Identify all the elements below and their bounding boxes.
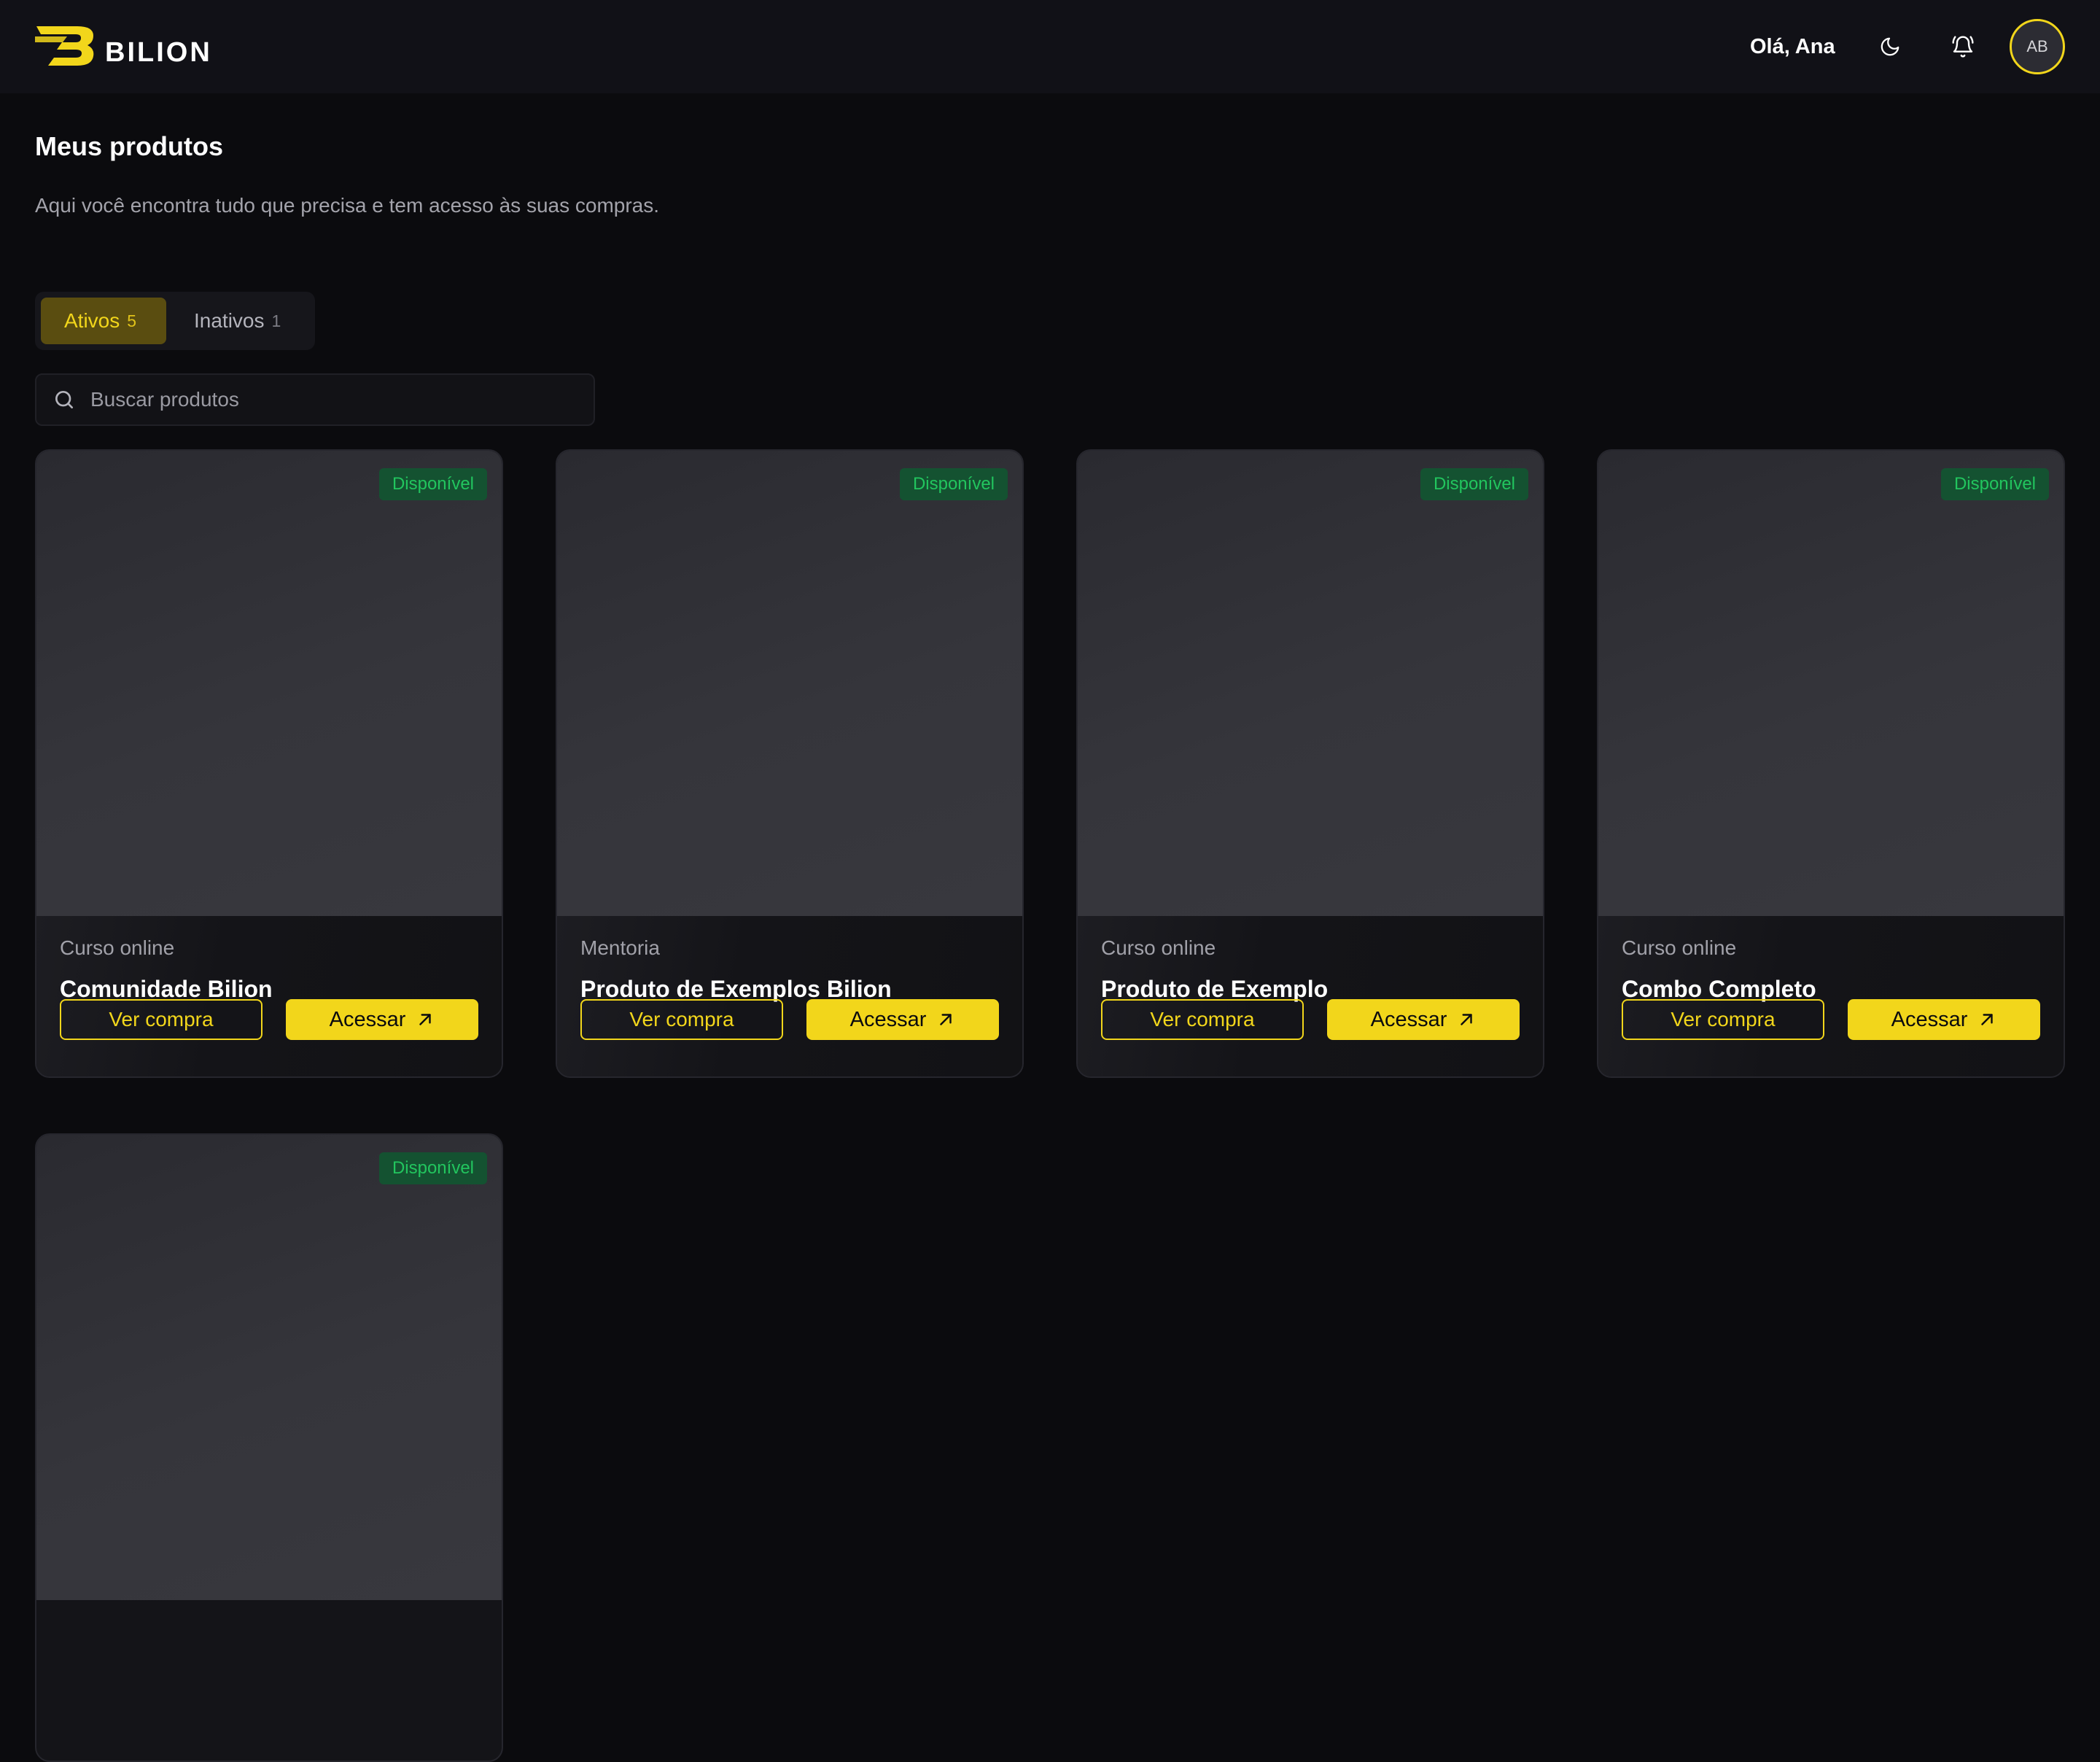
product-info: Curso online Combo Completo [1598, 916, 2064, 1076]
arrow-up-right-icon [1981, 1014, 1994, 1025]
product-type: Curso online [60, 936, 175, 959]
product-type: Curso online [1622, 936, 1737, 959]
search-box [35, 373, 595, 426]
product-info: Mentoria Produto de Exemplos Bilion [557, 916, 1022, 1076]
button-label: Acessar [329, 1007, 406, 1031]
search-input[interactable] [90, 379, 572, 420]
theme-toggle-button[interactable] [1872, 29, 1908, 64]
notifications-button[interactable] [1945, 29, 1980, 64]
status-badge: Disponível [378, 468, 487, 500]
top-bar: BILION Olá, Ana AB [0, 0, 2100, 93]
product-info: Curso online Comunidade Bilion [36, 916, 502, 1076]
brand-logo[interactable]: BILION [35, 26, 212, 68]
product-info: Curso online Produto de Exemplo [1078, 916, 1543, 1076]
product-card[interactable]: Disponível Mentoria Produto de Exemplos … [556, 449, 1024, 1078]
view-purchase-button[interactable]: Ver compra [1101, 999, 1304, 1040]
status-badge: Disponível [899, 468, 1008, 500]
button-label: Ver compra [1150, 1008, 1255, 1031]
product-status-tabs: Ativos 5 Inativos 1 [35, 292, 315, 350]
bilion-logo-icon [35, 26, 94, 66]
view-purchase-button[interactable]: Ver compra [580, 999, 783, 1040]
button-label: Acessar [1370, 1007, 1447, 1031]
product-card[interactable]: Disponível Curso online Combo Completo V… [1597, 449, 2065, 1078]
product-thumbnail [1078, 451, 1543, 916]
button-label: Ver compra [629, 1008, 734, 1031]
access-button[interactable]: Acessar [1327, 999, 1520, 1040]
product-card[interactable]: Disponível [35, 1133, 503, 1762]
tab-count: 5 [127, 311, 137, 330]
product-thumbnail [36, 1135, 502, 1600]
arrow-up-right-icon [1461, 1014, 1473, 1025]
button-label: Ver compra [1671, 1008, 1776, 1031]
user-avatar[interactable]: AB [2010, 19, 2065, 74]
status-badge: Disponível [1940, 468, 2049, 500]
tab-count: 1 [271, 311, 281, 330]
tab-label: Inativos [194, 309, 265, 332]
brand-name: BILION [105, 37, 212, 68]
product-type: Mentoria [580, 936, 660, 959]
page-subtitle: Aqui você encontra tudo que precisa e te… [35, 194, 660, 217]
page-title: Meus produtos [35, 131, 223, 161]
tab-inativos[interactable]: Inativos 1 [171, 298, 304, 344]
product-thumbnail [1598, 451, 2064, 916]
access-button[interactable]: Acessar [806, 999, 999, 1040]
bell-icon [1952, 36, 1974, 58]
status-badge: Disponível [378, 1152, 487, 1184]
button-label: Ver compra [109, 1008, 214, 1031]
product-card[interactable]: Disponível Curso online Produto de Exemp… [1076, 449, 1544, 1078]
product-thumbnail [557, 451, 1022, 916]
status-badge: Disponível [1420, 468, 1528, 500]
product-thumbnail [36, 451, 502, 916]
access-button[interactable]: Acessar [286, 999, 478, 1040]
arrow-up-right-icon [940, 1014, 952, 1025]
button-label: Acessar [849, 1007, 927, 1031]
arrow-up-right-icon [419, 1014, 432, 1025]
product-card[interactable]: Disponível Curso online Comunidade Bilio… [35, 449, 503, 1078]
search-icon [55, 391, 73, 408]
moon-icon [1881, 37, 1899, 56]
view-purchase-button[interactable]: Ver compra [1622, 999, 1824, 1040]
user-greeting: Olá, Ana [1750, 35, 1835, 58]
tab-label: Ativos [64, 309, 120, 332]
button-label: Acessar [1891, 1007, 1968, 1031]
tab-ativos[interactable]: Ativos 5 [41, 298, 166, 344]
access-button[interactable]: Acessar [1848, 999, 2040, 1040]
view-purchase-button[interactable]: Ver compra [60, 999, 262, 1040]
product-type: Curso online [1101, 936, 1216, 959]
